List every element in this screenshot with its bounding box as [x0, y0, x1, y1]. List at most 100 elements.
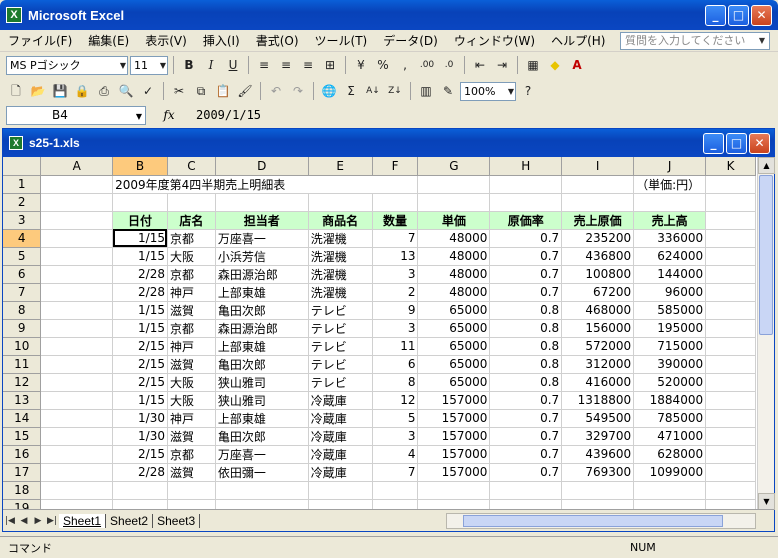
- data-cell[interactable]: 2/15: [112, 336, 168, 356]
- column-header-b[interactable]: B: [112, 157, 168, 176]
- menu-format[interactable]: 書式(O): [248, 32, 307, 49]
- data-cell[interactable]: テレビ: [307, 318, 373, 338]
- cell[interactable]: [308, 481, 373, 500]
- cell[interactable]: [705, 229, 756, 248]
- underline-button[interactable]: U: [223, 55, 243, 75]
- first-sheet-icon[interactable]: |◀: [3, 516, 17, 526]
- data-cell[interactable]: 冷蔵庫: [307, 444, 373, 464]
- cell[interactable]: [705, 409, 756, 428]
- cell[interactable]: [372, 193, 419, 212]
- data-cell[interactable]: 0.7: [489, 426, 563, 446]
- data-cell[interactable]: 洗濯機: [307, 264, 373, 284]
- cell[interactable]: [308, 193, 373, 212]
- data-cell[interactable]: 65000: [417, 336, 491, 356]
- scroll-up-icon[interactable]: ▲: [758, 157, 775, 174]
- last-sheet-icon[interactable]: ▶|: [45, 516, 59, 526]
- data-cell[interactable]: 9: [371, 300, 419, 320]
- data-cell[interactable]: 1099000: [633, 462, 707, 482]
- menu-data[interactable]: データ(D): [375, 32, 446, 49]
- data-cell[interactable]: 依田彌一: [214, 462, 309, 482]
- data-cell[interactable]: 7: [371, 228, 419, 248]
- data-cell[interactable]: 冷蔵庫: [307, 426, 373, 446]
- percent-button[interactable]: %: [373, 55, 393, 75]
- data-cell[interactable]: 96000: [633, 282, 707, 302]
- data-cell[interactable]: 416000: [561, 372, 635, 392]
- cell[interactable]: [705, 355, 756, 374]
- cell[interactable]: [40, 409, 114, 428]
- autosum-button[interactable]: Σ: [341, 81, 361, 101]
- italic-button[interactable]: I: [201, 55, 221, 75]
- row-header[interactable]: 6: [3, 265, 42, 284]
- data-cell[interactable]: 65000: [417, 300, 491, 320]
- cell[interactable]: [40, 355, 114, 374]
- data-cell[interactable]: 439600: [561, 444, 635, 464]
- data-cell[interactable]: 大阪: [166, 372, 216, 392]
- prev-sheet-icon[interactable]: ◀: [17, 516, 31, 526]
- sort-descending-icon[interactable]: Z↓: [385, 81, 405, 101]
- maximize-button[interactable]: □: [728, 5, 749, 26]
- data-cell[interactable]: 冷蔵庫: [307, 390, 373, 410]
- wb-close-button[interactable]: ✕: [749, 133, 770, 154]
- cell[interactable]: [40, 211, 114, 230]
- data-cell[interactable]: 549500: [561, 408, 635, 428]
- cell[interactable]: [167, 193, 216, 212]
- row-header[interactable]: 5: [3, 247, 42, 266]
- row-header[interactable]: 15: [3, 427, 42, 446]
- cell[interactable]: [561, 481, 635, 500]
- data-cell[interactable]: 2/28: [112, 462, 168, 482]
- font-size-select[interactable]: 11 ▼: [130, 55, 168, 75]
- data-cell[interactable]: 滋賀: [166, 462, 216, 482]
- data-cell[interactable]: 157000: [417, 408, 491, 428]
- spelling-icon[interactable]: ✓: [138, 81, 158, 101]
- data-cell[interactable]: 0.8: [489, 318, 563, 338]
- row-header[interactable]: 7: [3, 283, 42, 302]
- merge-center-icon[interactable]: ⊞: [320, 55, 340, 75]
- data-cell[interactable]: 洗濯機: [307, 282, 373, 302]
- cell[interactable]: [40, 427, 114, 446]
- data-cell[interactable]: 狭山雅司: [214, 390, 309, 410]
- data-cell[interactable]: 13: [371, 246, 419, 266]
- hyperlink-icon[interactable]: 🌐: [319, 81, 339, 101]
- data-cell[interactable]: 0.7: [489, 264, 563, 284]
- data-cell[interactable]: 11: [371, 336, 419, 356]
- data-cell[interactable]: 157000: [417, 462, 491, 482]
- cell[interactable]: [40, 463, 114, 482]
- data-cell[interactable]: テレビ: [307, 354, 373, 374]
- align-center-icon[interactable]: ≡: [276, 55, 296, 75]
- cell[interactable]: [705, 193, 756, 212]
- decrease-indent-icon[interactable]: ⇤: [470, 55, 490, 75]
- column-header-i[interactable]: I: [561, 157, 635, 176]
- row-header[interactable]: 2: [3, 193, 42, 212]
- data-cell[interactable]: 万座喜一: [214, 444, 309, 464]
- menu-edit[interactable]: 編集(E): [80, 32, 137, 49]
- cell[interactable]: [561, 175, 635, 194]
- data-cell[interactable]: 3: [371, 264, 419, 284]
- data-cell[interactable]: 洗濯機: [307, 246, 373, 266]
- cell[interactable]: [705, 337, 756, 356]
- row-header[interactable]: 1: [3, 175, 42, 194]
- increase-indent-icon[interactable]: ⇥: [492, 55, 512, 75]
- cell[interactable]: [633, 193, 707, 212]
- column-header-d[interactable]: D: [215, 157, 309, 176]
- row-header[interactable]: 13: [3, 391, 42, 410]
- header-cell[interactable]: 担当者: [214, 210, 309, 230]
- data-cell[interactable]: 亀田次郎: [214, 354, 309, 374]
- cell[interactable]: [215, 481, 309, 500]
- chart-wizard-icon[interactable]: ▥: [416, 81, 436, 101]
- cell[interactable]: [167, 481, 216, 500]
- menu-insert[interactable]: 挿入(I): [195, 32, 248, 49]
- name-box[interactable]: B4 ▼: [6, 105, 146, 125]
- sort-ascending-icon[interactable]: A↓: [363, 81, 383, 101]
- row-header[interactable]: 11: [3, 355, 42, 374]
- cell[interactable]: [40, 445, 114, 464]
- data-cell[interactable]: 大阪: [166, 390, 216, 410]
- row-header[interactable]: 16: [3, 445, 42, 464]
- data-cell[interactable]: 0.8: [489, 354, 563, 374]
- new-file-icon[interactable]: 🗋: [6, 81, 26, 101]
- cell[interactable]: [705, 301, 756, 320]
- data-cell[interactable]: 48000: [417, 282, 491, 302]
- cell[interactable]: [40, 229, 114, 248]
- cell[interactable]: [40, 337, 114, 356]
- cell[interactable]: [40, 265, 114, 284]
- data-cell[interactable]: 神戸: [166, 336, 216, 356]
